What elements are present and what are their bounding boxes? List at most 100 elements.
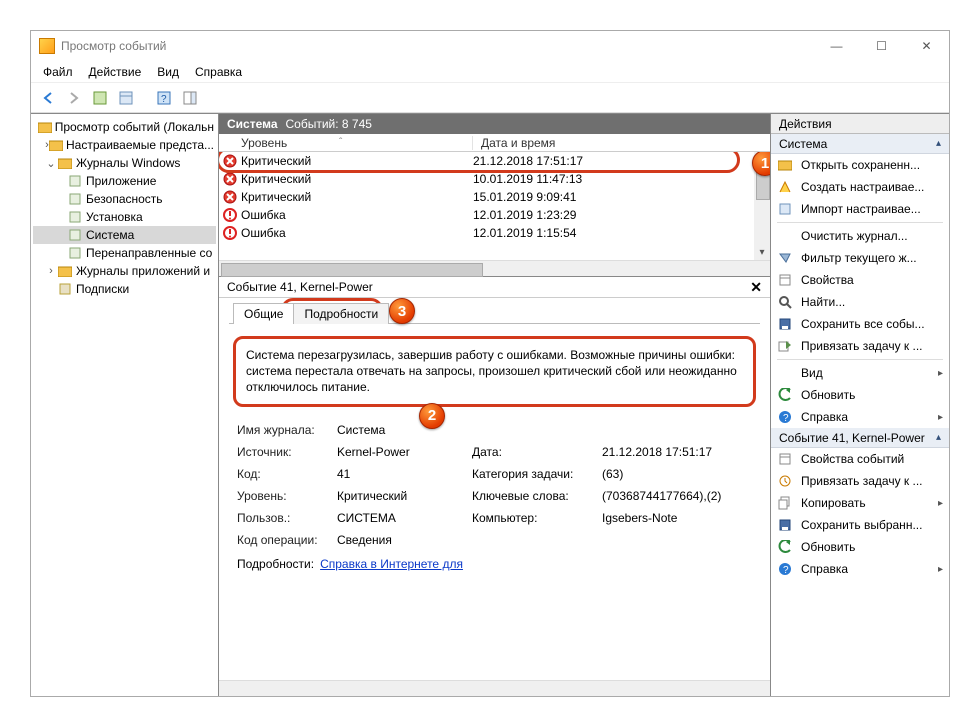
action-item[interactable]: Очистить журнал... [771,225,949,247]
detail-tabs: Общие Подробности 3 [219,298,770,324]
tree-forwarded[interactable]: Перенаправленные со [33,244,216,262]
minimize-button[interactable]: — [814,32,859,60]
tree-windows-logs[interactable]: ⌄Журналы Windows [33,154,216,172]
action-icon [777,473,793,489]
window-title: Просмотр событий [61,39,814,53]
action-item[interactable]: Фильтр текущего ж... [771,247,949,269]
center-pane: СистемаСобытий: 8 745 Уровень ˆ Дата и в… [219,114,771,696]
action-icon [777,294,793,310]
action-item[interactable]: Свойства [771,269,949,291]
tree-custom-views[interactable]: ›Настраиваемые предста... [33,136,216,154]
tree-security[interactable]: Безопасность [33,190,216,208]
center-hscrollbar[interactable] [219,680,770,696]
action-icon [777,201,793,217]
chevron-right-icon: ▸ [938,412,943,423]
action-icon [777,495,793,511]
chevron-right-icon: ▸ [938,368,943,379]
menu-action[interactable]: Действие [83,63,148,81]
critical-icon [219,154,241,168]
event-row[interactable]: Ошибка12.01.2019 1:23:29 [219,206,770,224]
tab-general[interactable]: Общие [233,303,294,324]
actions-pane: Действия Система▴ Открыть сохраненн...Со… [771,114,949,696]
action-item[interactable]: Создать настраивае... [771,176,949,198]
action-item[interactable]: ?Справка▸ [771,406,949,428]
detail-header: Событие 41, Kernel-Power ✕ [219,276,770,298]
svg-text:?: ? [161,94,167,105]
error-icon [219,208,241,222]
forward-button[interactable] [63,87,85,109]
actions-header: Действия [771,114,949,134]
action-item[interactable]: Импорт настраивае... [771,198,949,220]
close-button[interactable]: ✕ [904,32,949,60]
action-item[interactable]: Обновить [771,384,949,406]
action-icon: ? [777,561,793,577]
titlebar[interactable]: Просмотр событий — ☐ ✕ [31,31,949,61]
action-icon [777,387,793,403]
event-list-hscrollbar[interactable] [219,260,770,276]
col-level[interactable]: Уровень [219,136,473,150]
action-item[interactable]: Вид▸ [771,362,949,384]
events-header: СистемаСобытий: 8 745 [219,114,770,134]
tree-system[interactable]: Система [33,226,216,244]
tree-root[interactable]: Просмотр событий (Локальн [33,118,216,136]
maximize-button[interactable]: ☐ [859,32,904,60]
action-icon: ? [777,409,793,425]
event-list-scrollbar[interactable]: ▴ ▾ [754,152,770,260]
action-item[interactable]: Свойства событий [771,448,949,470]
action-item[interactable]: Привязать задачу к ... [771,470,949,492]
actions-group-event[interactable]: Событие 41, Kernel-Power▴ [771,428,949,448]
svg-text:?: ? [783,413,789,424]
sort-indicator-icon: ˆ [339,137,342,148]
action-icon [777,250,793,266]
event-row[interactable]: Критический21.12.2018 17:51:17 [219,152,770,170]
back-button[interactable] [37,87,59,109]
annotation-badge-3: 3 [389,298,415,324]
show-tree-button[interactable] [89,87,111,109]
action-item[interactable]: ?Справка▸ [771,558,949,580]
action-icon [777,539,793,555]
actions-group-system[interactable]: Система▴ [771,134,949,154]
help-button[interactable]: ? [153,87,175,109]
properties-button[interactable] [115,87,137,109]
event-viewer-window: Просмотр событий — ☐ ✕ Файл Действие Вид… [30,30,950,697]
action-item[interactable]: Открыть сохраненн... [771,154,949,176]
tree-setup[interactable]: Установка [33,208,216,226]
tree-app-services[interactable]: ›Журналы приложений и [33,262,216,280]
action-icon [777,228,793,244]
critical-icon [219,190,241,204]
scroll-down-icon[interactable]: ▾ [754,244,770,260]
event-list[interactable]: Критический21.12.2018 17:51:17Критически… [219,152,770,260]
navigation-tree[interactable]: Просмотр событий (Локальн ›Настраиваемые… [31,114,219,696]
menu-help[interactable]: Справка [189,63,248,81]
critical-icon [219,172,241,186]
event-row[interactable]: Критический15.01.2019 9:09:41 [219,188,770,206]
action-icon [777,451,793,467]
action-item[interactable]: Сохранить выбранн... [771,514,949,536]
action-icon [777,338,793,354]
panel-button[interactable] [179,87,201,109]
action-icon [777,365,793,381]
detail-close-button[interactable]: ✕ [750,279,762,296]
tree-application[interactable]: Приложение [33,172,216,190]
column-headers[interactable]: Уровень ˆ Дата и время [219,134,770,152]
chevron-right-icon: ▸ [938,498,943,509]
event-fields: 2 Имя журнала:Система Источник:Kernel-Po… [219,413,770,581]
tree-subscriptions[interactable]: Подписки [33,280,216,298]
col-datetime[interactable]: Дата и время [473,136,770,150]
event-description: Система перезагрузилась, завершив работу… [233,336,756,407]
menu-file[interactable]: Файл [37,63,79,81]
action-item[interactable]: Сохранить все собы... [771,313,949,335]
tab-details[interactable]: Подробности [293,303,389,324]
event-row[interactable]: Критический10.01.2019 11:47:13 [219,170,770,188]
action-item[interactable]: Обновить [771,536,949,558]
chevron-right-icon: ▸ [938,564,943,575]
toolbar: ? [31,83,949,113]
action-item[interactable]: Найти... [771,291,949,313]
action-item[interactable]: Копировать▸ [771,492,949,514]
event-row[interactable]: Ошибка12.01.2019 1:15:54 [219,224,770,242]
help-online-link[interactable]: Справка в Интернете для [320,557,463,571]
scroll-up-icon[interactable]: ▴ [754,152,770,168]
menu-bar: Файл Действие Вид Справка [31,61,949,83]
action-item[interactable]: Привязать задачу к ... [771,335,949,357]
menu-view[interactable]: Вид [151,63,185,81]
